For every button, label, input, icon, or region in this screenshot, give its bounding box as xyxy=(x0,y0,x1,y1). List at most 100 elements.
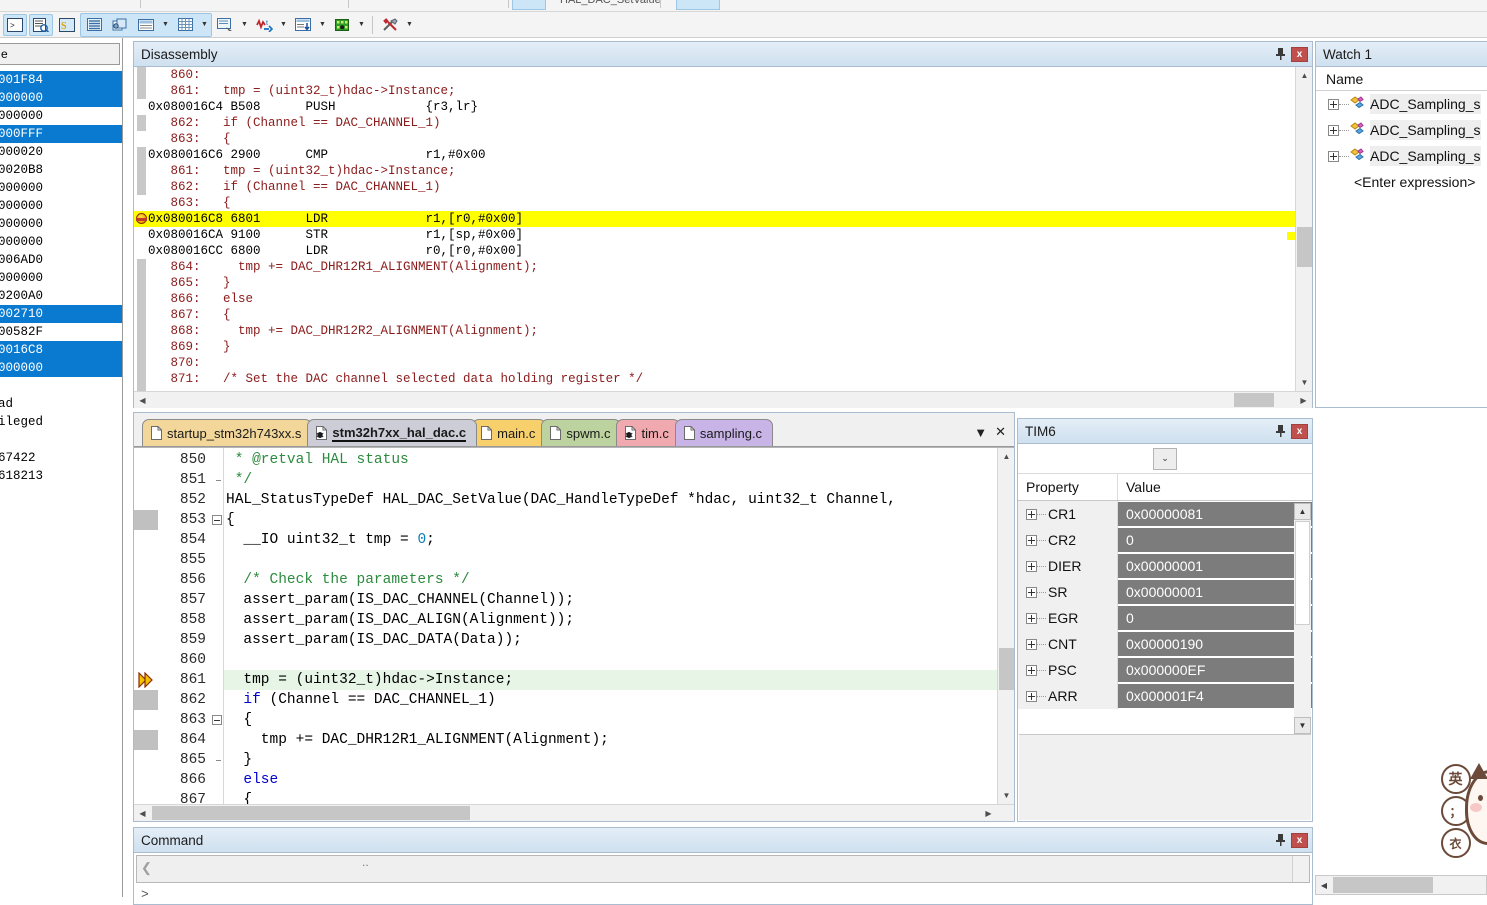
register-row[interactable]: 001F84 xyxy=(0,71,122,89)
tim6-register-value[interactable]: 0 xyxy=(1118,606,1312,630)
watch-row[interactable]: ADC_Sampling_s xyxy=(1316,143,1487,169)
toolbox-dropdown-icon[interactable]: ▼ xyxy=(403,14,416,36)
disassembly-line[interactable]: 861: tmp = (uint32_t)hdac->Instance; xyxy=(134,83,1312,99)
expand-icon[interactable] xyxy=(1328,98,1339,110)
tim6-register-name-cell[interactable]: ARR xyxy=(1018,683,1118,709)
register-row[interactable]: 000FFF xyxy=(0,125,122,143)
disassembly-line[interactable]: 869: } xyxy=(134,339,1312,355)
tim6-register-value[interactable]: 0x00000001 xyxy=(1118,554,1312,578)
editor-code-line[interactable]: tmp += DAC_DHR12R1_ALIGNMENT(Alignment); xyxy=(226,730,609,750)
disassembly-current-line[interactable]: 0x080016C8 6801 LDR r1,[r0,#0x00] xyxy=(134,211,1312,227)
tim6-selector-bar[interactable]: ⌄ xyxy=(1018,444,1312,474)
close-icon[interactable]: ✕ xyxy=(995,424,1006,440)
tim6-row-list[interactable]: CR1 0x00000081 CR2 0 DIER 0x00000001 SR 0x00000… xyxy=(1018,501,1312,709)
disassembly-line[interactable]: 865: } xyxy=(134,275,1312,291)
expand-icon[interactable] xyxy=(1026,560,1037,572)
toolbox-icon[interactable] xyxy=(378,14,402,36)
disassembly-vertical-scrollbar[interactable]: ▲ ▼ xyxy=(1295,67,1312,391)
ime-language-button[interactable]: 英 xyxy=(1438,762,1473,796)
tim6-register-name-cell[interactable]: DIER xyxy=(1018,553,1118,579)
editor-code-line[interactable]: } xyxy=(226,750,252,770)
disassembly-body[interactable]: 860: 861: tmp = (uint32_t)hdac->Instance… xyxy=(134,67,1312,408)
editor-code-line[interactable]: else xyxy=(226,770,278,790)
disassembly-line[interactable]: 863: { xyxy=(134,131,1312,147)
scroll-down-icon[interactable]: ▼ xyxy=(1294,717,1311,734)
tim6-register-name-cell[interactable]: CR1 xyxy=(1018,501,1118,527)
debug-view-toolbar[interactable]: > S ▼ ▼ ▼ t ▼ ▼ ▼ ▼ xyxy=(0,12,1487,38)
editor-code-line[interactable]: HAL_StatusTypeDef HAL_DAC_SetValue(DAC_H… xyxy=(226,490,896,510)
toolbar-group-registers-callstack[interactable]: ▼ ▼ xyxy=(80,12,212,37)
system-viewer-icon[interactable] xyxy=(330,14,354,36)
expand-icon[interactable] xyxy=(1026,638,1037,650)
command-output-area[interactable]: .. ❮ xyxy=(136,855,1310,883)
editor-tab-controls[interactable]: ▼ ✕ xyxy=(966,424,1014,446)
tim6-vertical-scrollbar[interactable]: ▲ ▼ xyxy=(1294,503,1311,734)
disassembly-line[interactable]: 862: if (Channel == DAC_CHANNEL_1) xyxy=(134,115,1312,131)
editor-tab[interactable]: spwm.c xyxy=(541,419,622,446)
register-row[interactable]: 0020B8 xyxy=(0,161,122,179)
scrollbar-thumb[interactable] xyxy=(1297,227,1312,267)
expand-icon[interactable] xyxy=(1026,612,1037,624)
watch-row[interactable]: ADC_Sampling_s xyxy=(1316,117,1487,143)
register-row[interactable]: 00582F xyxy=(0,323,122,341)
editor-breakpoint-column[interactable] xyxy=(134,448,158,821)
expand-icon[interactable] xyxy=(1026,508,1037,520)
toolbar-button-active[interactable] xyxy=(512,0,546,10)
editor-body[interactable]: 850 * @retval HAL status 851 */ 852 HAL_Sta… xyxy=(134,447,1014,821)
register-row[interactable]: 000020 xyxy=(0,143,122,161)
disassembly-window-icon[interactable] xyxy=(29,13,53,36)
serial-windows-dropdown-icon[interactable]: ▼ xyxy=(238,14,251,36)
tim6-register-row[interactable]: PSC 0x000000EF xyxy=(1018,657,1312,683)
pin-icon[interactable] xyxy=(1272,46,1288,62)
symbols-window-icon[interactable]: S xyxy=(55,14,79,36)
close-icon[interactable]: x xyxy=(1291,832,1308,848)
tim6-register-name-cell[interactable]: SR xyxy=(1018,579,1118,605)
trace-windows-dropdown-icon[interactable]: ▼ xyxy=(316,14,329,36)
editor-tab[interactable]: sampling.c xyxy=(674,419,774,446)
pin-icon[interactable] xyxy=(1272,423,1288,439)
editor-code-line[interactable]: if (Channel == DAC_CHANNEL_1) xyxy=(226,690,495,710)
tim6-register-name-cell[interactable]: PSC xyxy=(1018,657,1118,683)
editor-tab[interactable]: startup_stm32h743xx.s xyxy=(142,419,313,446)
trace-windows-icon[interactable] xyxy=(291,14,315,36)
pin-icon[interactable] xyxy=(1272,832,1288,848)
tim6-register-name-cell[interactable]: CR2 xyxy=(1018,527,1118,553)
disassembly-line[interactable]: 870: xyxy=(134,355,1312,371)
disassembly-line[interactable]: 0x080016CA 9100 STR r1,[sp,#0x00] xyxy=(134,227,1312,243)
tim6-register-row[interactable]: CR2 0 xyxy=(1018,527,1312,553)
tim6-register-row[interactable]: EGR 0 xyxy=(1018,605,1312,631)
command-input[interactable] xyxy=(152,885,1310,903)
editor-code-line[interactable]: { xyxy=(226,510,235,530)
register-row[interactable]: 000000 xyxy=(0,215,122,233)
disassembly-line[interactable]: 0x080016C6 2900 CMP r1,#0x00 xyxy=(134,147,1312,163)
scroll-up-icon[interactable]: ▲ xyxy=(1296,67,1312,84)
register-row[interactable]: 000000 xyxy=(0,89,122,107)
watch-enter-expression-row[interactable]: <Enter expression> xyxy=(1316,169,1487,195)
tim6-register-name-cell[interactable]: EGR xyxy=(1018,605,1118,631)
memory-windows-dropdown-icon[interactable]: ▼ xyxy=(198,13,211,36)
tim6-register-value[interactable]: 0x00000081 xyxy=(1118,502,1312,526)
toolbar-upper-clipped[interactable]: HAL_DAC_SetValue xyxy=(0,0,1487,12)
scroll-down-icon[interactable]: ▼ xyxy=(1296,374,1312,391)
disassembly-line[interactable]: 862: if (Channel == DAC_CHANNEL_1) xyxy=(134,179,1312,195)
close-icon[interactable]: x xyxy=(1291,46,1308,62)
editor-code-line[interactable]: tmp = (uint32_t)hdac->Instance; xyxy=(226,670,513,690)
editor-vertical-scrollbar[interactable]: ▲ ▼ xyxy=(997,448,1014,804)
fold-toggle-icon[interactable] xyxy=(212,715,222,725)
expand-icon[interactable] xyxy=(1328,124,1339,136)
toolbar-button-active[interactable] xyxy=(676,0,720,10)
scroll-right-icon[interactable]: ▶ xyxy=(1295,392,1312,408)
tim6-register-value[interactable]: 0 xyxy=(1118,528,1312,552)
tim6-register-row[interactable]: DIER 0x00000001 xyxy=(1018,553,1312,579)
watch-windows-icon[interactable] xyxy=(134,13,158,36)
scrollbar-thumb[interactable] xyxy=(1295,521,1310,625)
editor-code-line[interactable]: assert_param(IS_DAC_CHANNEL(Channel)); xyxy=(226,590,574,610)
ime-skin-button[interactable]: 衣 xyxy=(1438,826,1473,860)
scroll-left-icon[interactable]: ◀ xyxy=(1316,876,1332,894)
disassembly-line[interactable]: 864: tmp += DAC_DHR12R1_ALIGNMENT(Alignm… xyxy=(134,259,1312,275)
scroll-down-icon[interactable]: ▼ xyxy=(998,787,1014,804)
register-row[interactable]: 000000 xyxy=(0,269,122,287)
scrollbar-thumb[interactable] xyxy=(1234,393,1274,407)
disassembly-line[interactable]: 866: else xyxy=(134,291,1312,307)
disassembly-line[interactable]: 868: tmp += DAC_DHR12R2_ALIGNMENT(Alignm… xyxy=(134,323,1312,339)
